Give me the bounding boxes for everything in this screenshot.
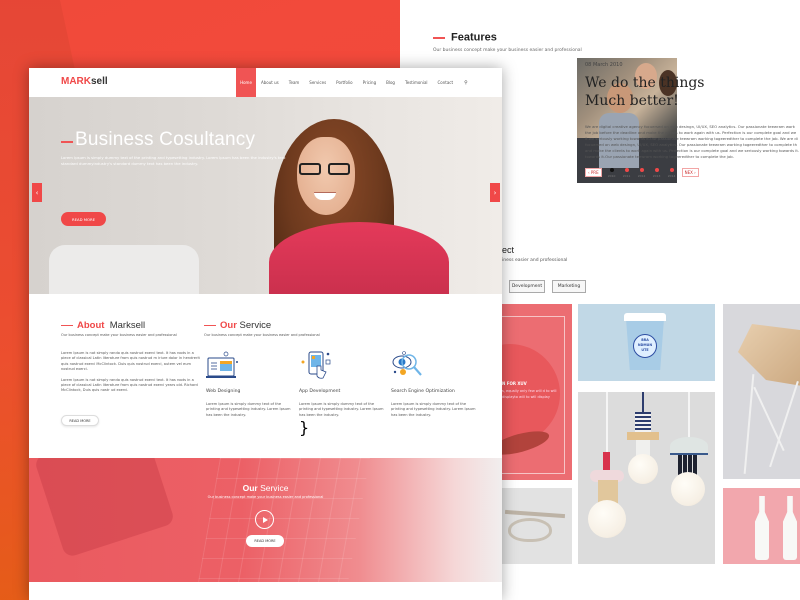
filter-marketing[interactable]: Marketing xyxy=(552,280,586,293)
hero-text: Lorem Ipsum is simply dummy text of the … xyxy=(61,155,286,166)
about-subtitle: Our business concept make your business … xyxy=(61,333,177,337)
hero-woman-image xyxy=(299,163,354,175)
hero-dash xyxy=(61,141,73,143)
projects-title-fragment: ect xyxy=(502,245,515,255)
services-title: Our Service xyxy=(204,320,494,331)
about-paragraph: Lorem Ipsum is not simply rando quis nos… xyxy=(61,377,198,393)
seo-magnifier-icon xyxy=(391,350,423,380)
navbar: MARKsell Home About us Team Services Por… xyxy=(29,68,502,97)
service-card[interactable]: Search Engine Optimization Lorem Ipsum i… xyxy=(391,350,481,418)
nav-item-portfolio[interactable]: Portfolio xyxy=(331,68,357,97)
features-date: 08 March 2010 xyxy=(585,62,623,68)
features-heading: Features Our business concept make your … xyxy=(433,27,582,53)
nav-item-testimonial[interactable]: Testimonial xyxy=(400,68,433,97)
portfolio-tile-bottles[interactable] xyxy=(723,488,800,564)
portfolio-tile-glasses[interactable] xyxy=(500,488,572,564)
services-section: Our Service Our business concept make yo… xyxy=(204,320,494,437)
services-subtitle: Our business concept make your business … xyxy=(204,333,320,337)
search-icon[interactable]: ⚲ xyxy=(458,80,468,86)
cup-badge: BRA NDMUN UTE xyxy=(633,334,657,358)
portfolio-tile-cup[interactable]: BRA NDMUN UTE xyxy=(578,304,715,381)
app-development-icon xyxy=(299,350,331,380)
chevron-right-icon[interactable]: › xyxy=(490,183,500,202)
timeline-prev-button[interactable]: ‹ PRE xyxy=(585,168,602,177)
logo[interactable]: MARKsell xyxy=(61,76,108,87)
band-subtitle: Our business concept make your business … xyxy=(207,495,324,499)
about-section: About Marksell Our business concept make… xyxy=(61,320,201,394)
features-subtitle: Our business concept make your business … xyxy=(433,48,582,53)
about-read-more-button[interactable]: READ MORE xyxy=(61,415,99,426)
service-card[interactable]: App Development Lorem Ipsum is simply du… xyxy=(299,350,389,437)
heading-dash xyxy=(433,36,445,39)
about-paragraph: Lorem Ipsum is not simply rando quis nos… xyxy=(61,351,200,372)
nav-menu: Home About us Team Services Portfolio Pr… xyxy=(236,68,468,97)
portfolio-tile-chair[interactable] xyxy=(723,304,800,479)
service-video-band: Our Service Our business concept make yo… xyxy=(29,458,502,582)
features-headline: We do the things Much better! xyxy=(585,75,705,109)
service-desc: Lorem Ipsum is simply dummy text of the … xyxy=(299,402,384,417)
band-title: Our Service xyxy=(242,483,289,493)
band-tablet-image xyxy=(33,458,176,559)
band-read-more-button[interactable]: READ MORE xyxy=(246,535,284,547)
service-name: Search Engine Optimization xyxy=(391,389,455,394)
tile-text: s, equally only few will d to will displ… xyxy=(502,389,557,399)
hero-title: Business Cosultancy xyxy=(75,129,256,150)
timeline-dot[interactable]: 2011 xyxy=(622,168,632,178)
timeline-dot[interactable]: 2013 xyxy=(652,168,662,178)
nav-item-pricing[interactable]: Pricing xyxy=(358,68,381,97)
service-desc: Lorem Ipsum is simply dummy text of the … xyxy=(391,402,476,417)
chevron-left-icon[interactable]: ‹ xyxy=(32,183,42,202)
service-name: App Development xyxy=(299,389,341,394)
portfolio-tile-lamps[interactable] xyxy=(578,392,715,564)
service-card[interactable]: Web Designing Lorem Ipsum is simply dumm… xyxy=(206,350,296,418)
features-paragraph: We are digital creative agency focuersed… xyxy=(585,124,800,159)
timeline-dot[interactable]: 2014 xyxy=(667,168,677,178)
front-mockup: MARKsell Home About us Team Services Por… xyxy=(29,68,502,600)
hero-read-more-button[interactable]: READ MORE xyxy=(61,212,106,226)
year-timeline: ‹ PRE 2010 2011 2012 2013 2014 NEX › xyxy=(585,168,699,178)
nav-item-contact[interactable]: Contact xyxy=(433,68,459,97)
timeline-dot[interactable]: 2010 xyxy=(607,168,617,178)
service-name: Web Designing xyxy=(206,389,241,394)
nav-item-services[interactable]: Services xyxy=(304,68,331,97)
band-keyboard-image xyxy=(198,458,370,582)
web-design-icon xyxy=(206,350,238,380)
nav-item-blog[interactable]: Blog xyxy=(381,68,400,97)
portfolio-tile-red[interactable]: N FOR XUV s, equally only few will d to … xyxy=(500,304,572,480)
timeline-dot[interactable]: 2012 xyxy=(637,168,647,178)
timeline-next-button[interactable]: NEX › xyxy=(681,168,699,177)
hero-slider: Business Cosultancy Lorem Ipsum is simpl… xyxy=(29,97,502,294)
nav-item-team[interactable]: Team xyxy=(284,68,305,97)
service-desc: Lorem Ipsum is simply dummy text of the … xyxy=(206,402,291,417)
projects-subtitle-fragment: iness easier and professional xyxy=(502,258,568,263)
filter-development[interactable]: Development xyxy=(509,280,545,293)
features-text-block: 08 March 2010 We do the things Much bette… xyxy=(585,62,800,160)
features-title: Features xyxy=(451,31,497,44)
play-icon[interactable] xyxy=(255,510,274,529)
nav-item-about[interactable]: About us xyxy=(256,68,284,97)
tile-label: N FOR XUV xyxy=(502,381,527,386)
nav-item-home[interactable]: Home xyxy=(236,68,256,97)
about-title: About Marksell xyxy=(61,320,201,331)
hero-monitor-image xyxy=(49,245,199,294)
